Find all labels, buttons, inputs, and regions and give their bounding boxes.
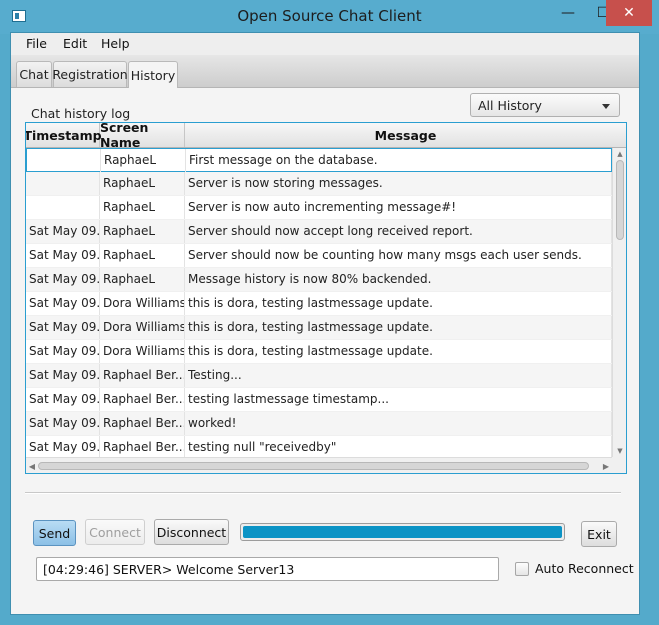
table-row[interactable]: Sat May 09... Dora Williams this is dora…	[26, 316, 612, 340]
table-header: Timestamp Screen Name Message	[26, 123, 626, 150]
cell-screen-name: Raphael Ber...	[100, 364, 185, 387]
cell-message: Server should now be counting how many m…	[185, 244, 612, 267]
cell-screen-name: Dora Williams	[100, 340, 185, 363]
vertical-scroll-thumb[interactable]	[616, 160, 624, 240]
scrollbar-corner	[612, 457, 626, 473]
table-row[interactable]: Sat May 09... RaphaeL Server should now …	[26, 244, 612, 268]
cell-message: testing lastmessage timestamp...	[185, 388, 612, 411]
cell-timestamp	[26, 196, 100, 219]
cell-message: Server is now auto incrementing message#…	[185, 196, 612, 219]
title-bar[interactable]: Open Source Chat Client — ☐ ✕	[0, 0, 659, 34]
cell-screen-name: Raphael Ber...	[100, 436, 185, 457]
cell-timestamp: Sat May 09...	[26, 340, 100, 363]
cell-timestamp: Sat May 09...	[26, 292, 100, 315]
cell-timestamp: Sat May 09...	[26, 436, 100, 457]
tab-strip: Chat Registration History	[11, 55, 639, 88]
menu-bar: File Edit Help	[11, 33, 639, 55]
cell-screen-name: Raphael Ber...	[100, 412, 185, 435]
cell-screen-name: Raphael Ber...	[100, 388, 185, 411]
cell-timestamp: Sat May 09...	[26, 244, 100, 267]
table-row[interactable]: Sat May 09... Raphael Ber... testing nul…	[26, 436, 612, 457]
auto-reconnect-checkbox[interactable]	[515, 562, 529, 576]
column-header-timestamp[interactable]: Timestamp	[26, 123, 102, 147]
cell-timestamp	[27, 149, 101, 172]
cell-timestamp: Sat May 09...	[26, 220, 100, 243]
scroll-left-icon[interactable]: ◀	[26, 459, 38, 473]
tab-chat[interactable]: Chat	[16, 61, 52, 87]
exit-button[interactable]: Exit	[581, 521, 617, 547]
cell-message: worked!	[185, 412, 612, 435]
cell-timestamp: Sat May 09...	[26, 364, 100, 387]
history-table[interactable]: Timestamp Screen Name Message RaphaeL Fi…	[25, 122, 627, 474]
server-status-field[interactable]	[36, 557, 499, 581]
history-filter-dropdown[interactable]: All History	[470, 93, 620, 117]
cell-timestamp: Sat May 09...	[26, 316, 100, 339]
connect-button[interactable]: Connect	[85, 519, 145, 545]
close-button[interactable]: ✕	[606, 0, 652, 26]
cell-message: this is dora, testing lastmessage update…	[185, 340, 612, 363]
column-header-message[interactable]: Message	[185, 123, 626, 147]
cell-screen-name: RaphaeL	[100, 220, 185, 243]
auto-reconnect-label[interactable]: Auto Reconnect	[535, 561, 634, 576]
history-filter-value: All History	[478, 98, 542, 113]
cell-message: Server is now storing messages.	[185, 172, 612, 195]
column-header-screen-name[interactable]: Screen Name	[100, 123, 185, 150]
cell-screen-name: RaphaeL	[100, 268, 185, 291]
table-row[interactable]: Sat May 09... Dora Williams this is dora…	[26, 292, 612, 316]
menu-edit[interactable]: Edit	[63, 36, 87, 51]
scroll-right-icon[interactable]: ▶	[600, 459, 612, 473]
cell-timestamp: Sat May 09...	[26, 268, 100, 291]
disconnect-button[interactable]: Disconnect	[154, 519, 229, 545]
cell-message: this is dora, testing lastmessage update…	[185, 316, 612, 339]
table-row[interactable]: Sat May 09... Raphael Ber... worked!	[26, 412, 612, 436]
horizontal-scrollbar[interactable]: ◀ ▶	[26, 457, 612, 473]
cell-screen-name: RaphaeL	[100, 196, 185, 219]
cell-timestamp	[26, 172, 100, 195]
table-row[interactable]: Sat May 09... RaphaeL Message history is…	[26, 268, 612, 292]
tab-history[interactable]: History	[128, 61, 178, 88]
cell-screen-name: RaphaeL	[100, 244, 185, 267]
cell-screen-name: Dora Williams	[100, 292, 185, 315]
vertical-scrollbar[interactable]: ▲ ▼	[612, 148, 626, 457]
menu-help[interactable]: Help	[101, 36, 130, 51]
table-body: RaphaeL First message on the database. R…	[26, 148, 612, 457]
scroll-up-icon[interactable]: ▲	[613, 148, 626, 160]
menu-file[interactable]: File	[26, 36, 47, 51]
send-button[interactable]: Send	[33, 520, 76, 546]
minimize-button[interactable]: —	[555, 0, 581, 26]
table-row[interactable]: RaphaeL First message on the database.	[26, 148, 612, 172]
table-row[interactable]: Sat May 09... Dora Williams this is dora…	[26, 340, 612, 364]
cell-timestamp: Sat May 09...	[26, 388, 100, 411]
table-row[interactable]: RaphaeL Server is now auto incrementing …	[26, 196, 612, 220]
cell-message: First message on the database.	[186, 149, 612, 172]
scroll-down-icon[interactable]: ▼	[613, 445, 626, 457]
cell-message: Testing...	[185, 364, 612, 387]
table-row[interactable]: Sat May 09... RaphaeL Server should now …	[26, 220, 612, 244]
table-row[interactable]: Sat May 09... Raphael Ber... Testing...	[26, 364, 612, 388]
cell-timestamp: Sat May 09...	[26, 412, 100, 435]
separator	[25, 492, 621, 494]
cell-screen-name: RaphaeL	[101, 149, 186, 172]
table-row[interactable]: Sat May 09... Raphael Ber... testing las…	[26, 388, 612, 412]
progress-fill	[243, 526, 562, 538]
cell-message: testing null "receivedby"	[185, 436, 612, 457]
cell-message: Server should now accept long received r…	[185, 220, 612, 243]
cell-message: this is dora, testing lastmessage update…	[185, 292, 612, 315]
cell-message: Message history is now 80% backended.	[185, 268, 612, 291]
chevron-down-icon	[602, 104, 610, 109]
table-row[interactable]: RaphaeL Server is now storing messages.	[26, 172, 612, 196]
connection-progress-bar	[240, 523, 565, 541]
app-window: Open Source Chat Client — ☐ ✕ File Edit …	[0, 0, 659, 625]
history-section-label: Chat history log	[31, 106, 131, 121]
tab-registration[interactable]: Registration	[52, 61, 128, 87]
horizontal-scroll-thumb[interactable]	[38, 462, 589, 470]
cell-screen-name: Dora Williams	[100, 316, 185, 339]
client-area: File Edit Help Chat Registration History…	[10, 32, 640, 615]
cell-screen-name: RaphaeL	[100, 172, 185, 195]
